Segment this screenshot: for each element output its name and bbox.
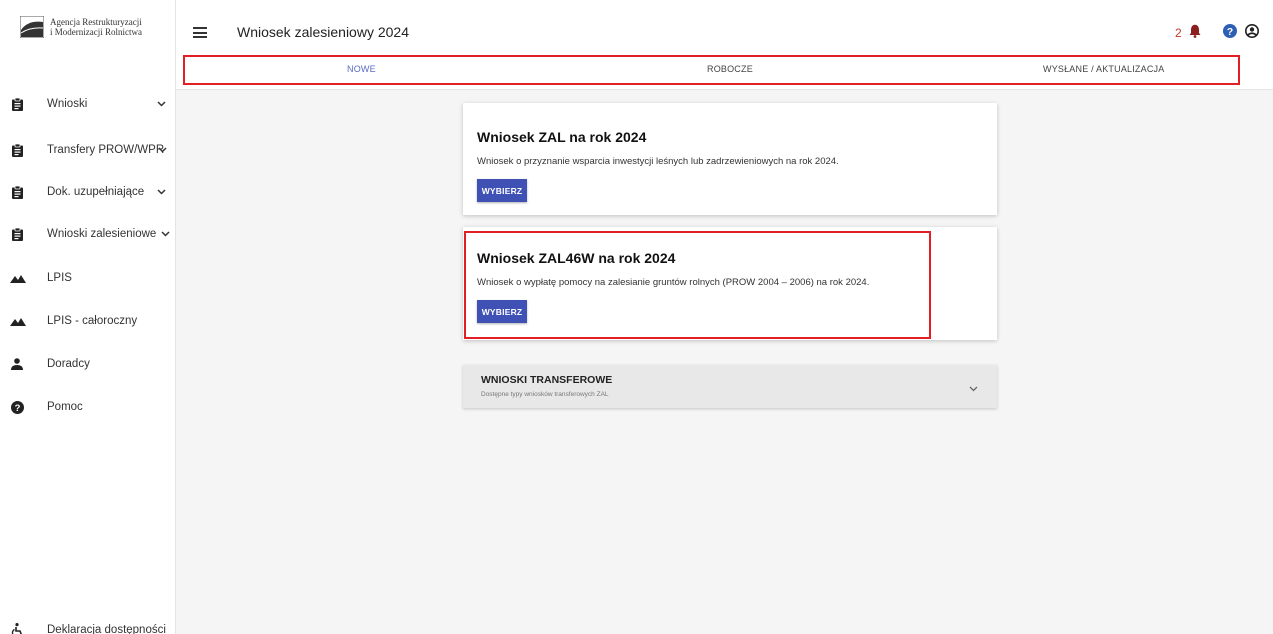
select-button-zal[interactable]: WYBIERZ xyxy=(477,179,527,202)
clipboard-icon xyxy=(10,143,24,157)
sidebar-item-label: Doradcy xyxy=(47,358,90,370)
account-icon[interactable] xyxy=(1245,24,1259,43)
sidebar-item-wnioski[interactable]: Wnioski xyxy=(0,92,176,116)
chevron-down-icon xyxy=(161,228,170,240)
mountain-icon xyxy=(10,314,26,328)
sidebar-item-deklaracja-dostepnosci[interactable]: Deklaracja dostępności xyxy=(0,618,176,634)
logo-icon xyxy=(19,15,45,39)
notification-count[interactable]: 2 xyxy=(1175,26,1182,40)
transfer-requests-panel[interactable]: WNIOSKI TRANSFEROWE Dostępne typy wniosk… xyxy=(463,365,997,408)
person-icon xyxy=(10,357,24,371)
tab-nowe[interactable]: NOWE xyxy=(347,64,376,74)
sidebar-item-dok-uzupelniajace[interactable]: Dok. uzupełniające xyxy=(0,180,176,204)
page-title: Wniosek zalesieniowy 2024 xyxy=(237,24,409,40)
logo-line-1: Agencja Restrukturyzacji xyxy=(50,17,142,27)
sidebar-item-label: LPIS - całoroczny xyxy=(47,315,138,327)
top-bar: Wniosek zalesieniowy 2024 2 ? xyxy=(176,0,1273,52)
sidebar-item-label: Wnioski xyxy=(47,98,88,110)
accessibility-icon xyxy=(10,623,24,634)
panel-title: WNIOSKI TRANSFEROWE xyxy=(481,374,613,386)
hamburger-menu-icon[interactable] xyxy=(193,27,207,38)
sidebar-item-label: Pomoc xyxy=(47,401,83,413)
sidebar-item-doradcy[interactable]: Doradcy xyxy=(0,352,176,376)
clipboard-icon xyxy=(10,227,24,241)
tab-bar: NOWE ROBOCZE WYSŁANE / AKTUALIZACJA xyxy=(176,52,1273,90)
card-wniosek-zal: Wniosek ZAL na rok 2024 Wniosek o przyzn… xyxy=(463,103,997,215)
card-title: Wniosek ZAL na rok 2024 xyxy=(477,129,647,145)
sidebar-item-label: Transfery PROW/WPR xyxy=(47,144,165,156)
clipboard-icon xyxy=(10,185,24,199)
card-title: Wniosek ZAL46W na rok 2024 xyxy=(477,250,676,266)
sidebar-item-label: LPIS xyxy=(47,272,72,284)
help-icon: ? xyxy=(10,400,24,414)
mountain-icon xyxy=(10,271,26,285)
card-wniosek-zal46w: Wniosek ZAL46W na rok 2024 Wniosek o wyp… xyxy=(463,227,997,340)
chevron-down-icon xyxy=(157,98,166,110)
arimr-logo[interactable]: Agencja Restrukturyzacji i Modernizacji … xyxy=(19,14,170,40)
sidebar-item-lpis[interactable]: LPIS xyxy=(0,266,176,290)
chevron-down-icon xyxy=(157,186,166,198)
chevron-down-icon xyxy=(969,379,978,397)
card-description: Wniosek o przyznanie wsparcia inwestycji… xyxy=(477,156,839,167)
sidebar: Agencja Restrukturyzacji i Modernizacji … xyxy=(0,0,176,634)
logo-text: Agencja Restrukturyzacji i Modernizacji … xyxy=(50,17,142,37)
card-description: Wniosek o wypłatę pomocy na zalesianie g… xyxy=(477,277,870,288)
sidebar-item-label: Wnioski zalesieniowe xyxy=(47,228,157,240)
svg-text:?: ? xyxy=(1227,26,1233,38)
sidebar-item-pomoc[interactable]: ? Pomoc xyxy=(0,395,176,419)
help-icon[interactable]: ? xyxy=(1223,24,1237,43)
sidebar-item-label: Deklaracja dostępności xyxy=(47,624,166,634)
logo-line-2: i Modernizacji Rolnictwa xyxy=(50,27,142,37)
tab-wyslane-aktualizacja[interactable]: WYSŁANE / AKTUALIZACJA xyxy=(1043,64,1164,74)
sidebar-item-label: Dok. uzupełniające xyxy=(47,186,145,198)
chevron-down-icon xyxy=(158,144,167,156)
sidebar-item-lpis-caloroczny[interactable]: LPIS - całoroczny xyxy=(0,309,176,333)
sidebar-item-transfery[interactable]: Transfery PROW/WPR xyxy=(0,138,176,162)
svg-text:?: ? xyxy=(14,403,20,414)
panel-subtitle: Dostępne typy wniosków transferowych ZAL xyxy=(481,391,609,398)
bell-icon[interactable] xyxy=(1189,24,1201,43)
sidebar-item-wnioski-zalesieniowe[interactable]: Wnioski zalesieniowe xyxy=(0,222,176,246)
clipboard-icon xyxy=(10,97,24,111)
select-button-zal46w[interactable]: WYBIERZ xyxy=(477,300,527,323)
tab-robocze[interactable]: ROBOCZE xyxy=(707,64,753,74)
